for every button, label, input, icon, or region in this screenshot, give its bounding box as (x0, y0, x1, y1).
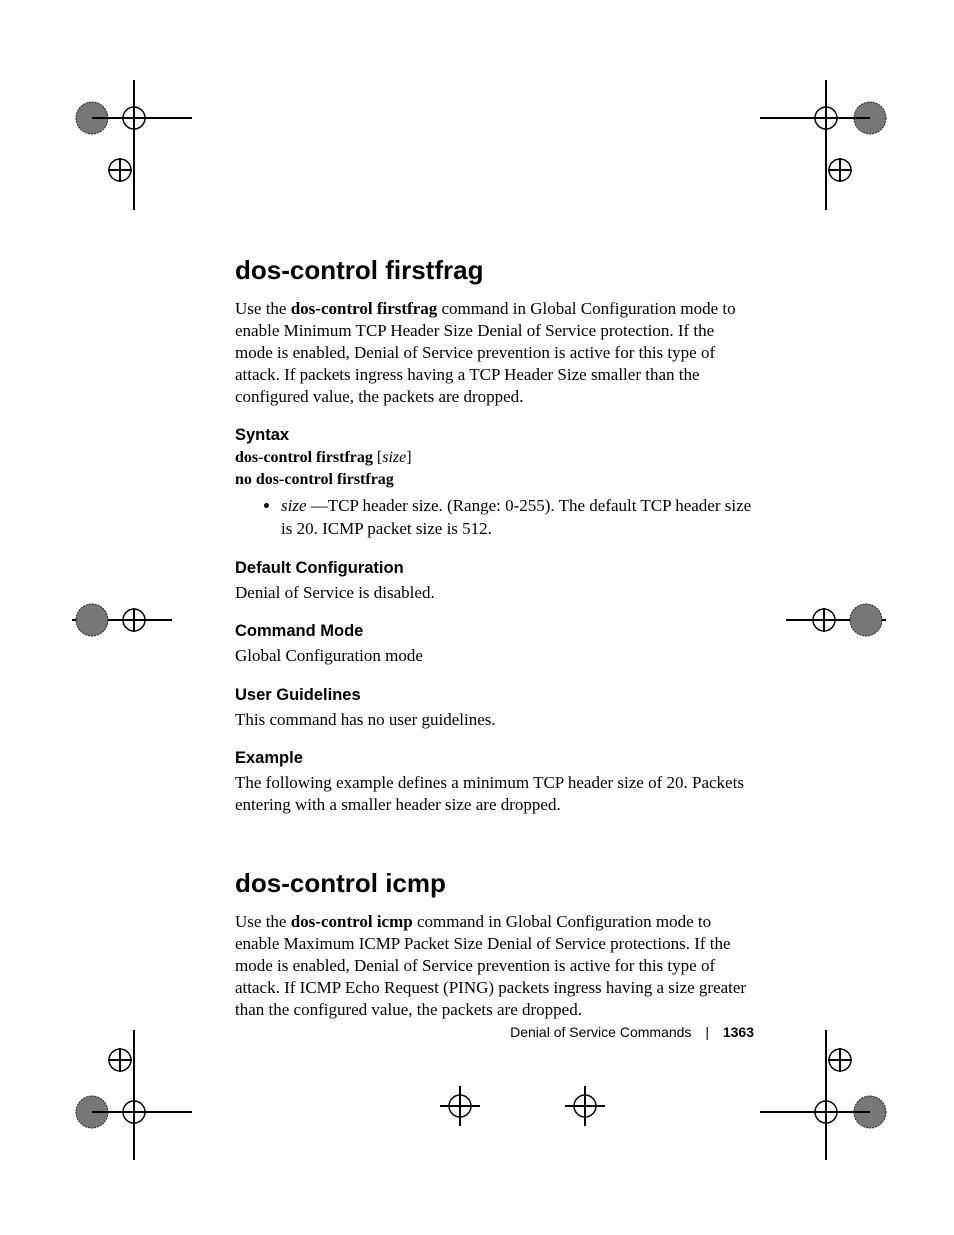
registration-mark-mid-right (786, 580, 886, 660)
param-list-item: size —TCP header size. (Range: 0-255). T… (281, 495, 755, 541)
example-heading: Example (235, 749, 755, 768)
footer-section: Denial of Service Commands (510, 1024, 691, 1040)
registration-mark-bottom-center-1 (430, 1076, 490, 1136)
default-config-heading: Default Configuration (235, 559, 755, 578)
registration-mark-bottom-center-2 (555, 1076, 615, 1136)
user-guidelines-heading: User Guidelines (235, 686, 755, 705)
param-desc: —TCP header size. (Range: 0-255). The de… (281, 496, 751, 538)
command-mode-heading: Command Mode (235, 622, 755, 641)
syntax-no-line: no dos-control firstfrag (235, 471, 755, 489)
intro-paragraph: Use the dos-control firstfrag command in… (235, 298, 755, 408)
registration-mark-top-left (72, 80, 192, 210)
command-mode-text: Global Configuration mode (235, 645, 755, 667)
registration-mark-top-right (760, 80, 890, 210)
param-name: size (281, 496, 307, 515)
user-guidelines-text: This command has no user guidelines. (235, 709, 755, 731)
registration-mark-bottom-right (760, 1030, 890, 1160)
example-text: The following example defines a minimum … (235, 772, 755, 816)
default-config-text: Denial of Service is disabled. (235, 582, 755, 604)
heading-dos-control-icmp: dos-control icmp (235, 868, 755, 899)
syntax-param: size (382, 449, 406, 466)
intro-command: dos-control firstfrag (291, 299, 438, 318)
intro-command-2: dos-control icmp (291, 912, 413, 931)
param-list: size —TCP header size. (Range: 0-255). T… (235, 495, 755, 541)
syntax-bracket-close: ] (406, 449, 411, 466)
footer-page-number: 1363 (723, 1024, 754, 1040)
intro-pre-2: Use the (235, 912, 291, 931)
page-content: dos-control firstfrag Use the dos-contro… (235, 255, 755, 1035)
intro-pre: Use the (235, 299, 291, 318)
registration-mark-mid-left (72, 580, 172, 660)
footer-separator: | (705, 1024, 709, 1040)
intro-paragraph-2: Use the dos-control icmp command in Glob… (235, 911, 755, 1021)
syntax-heading: Syntax (235, 426, 755, 445)
heading-dos-control-firstfrag: dos-control firstfrag (235, 255, 755, 286)
registration-mark-bottom-left (72, 1030, 192, 1160)
syntax-line-1: dos-control firstfrag [size] (235, 449, 755, 467)
syntax-cmd: dos-control firstfrag (235, 449, 373, 466)
